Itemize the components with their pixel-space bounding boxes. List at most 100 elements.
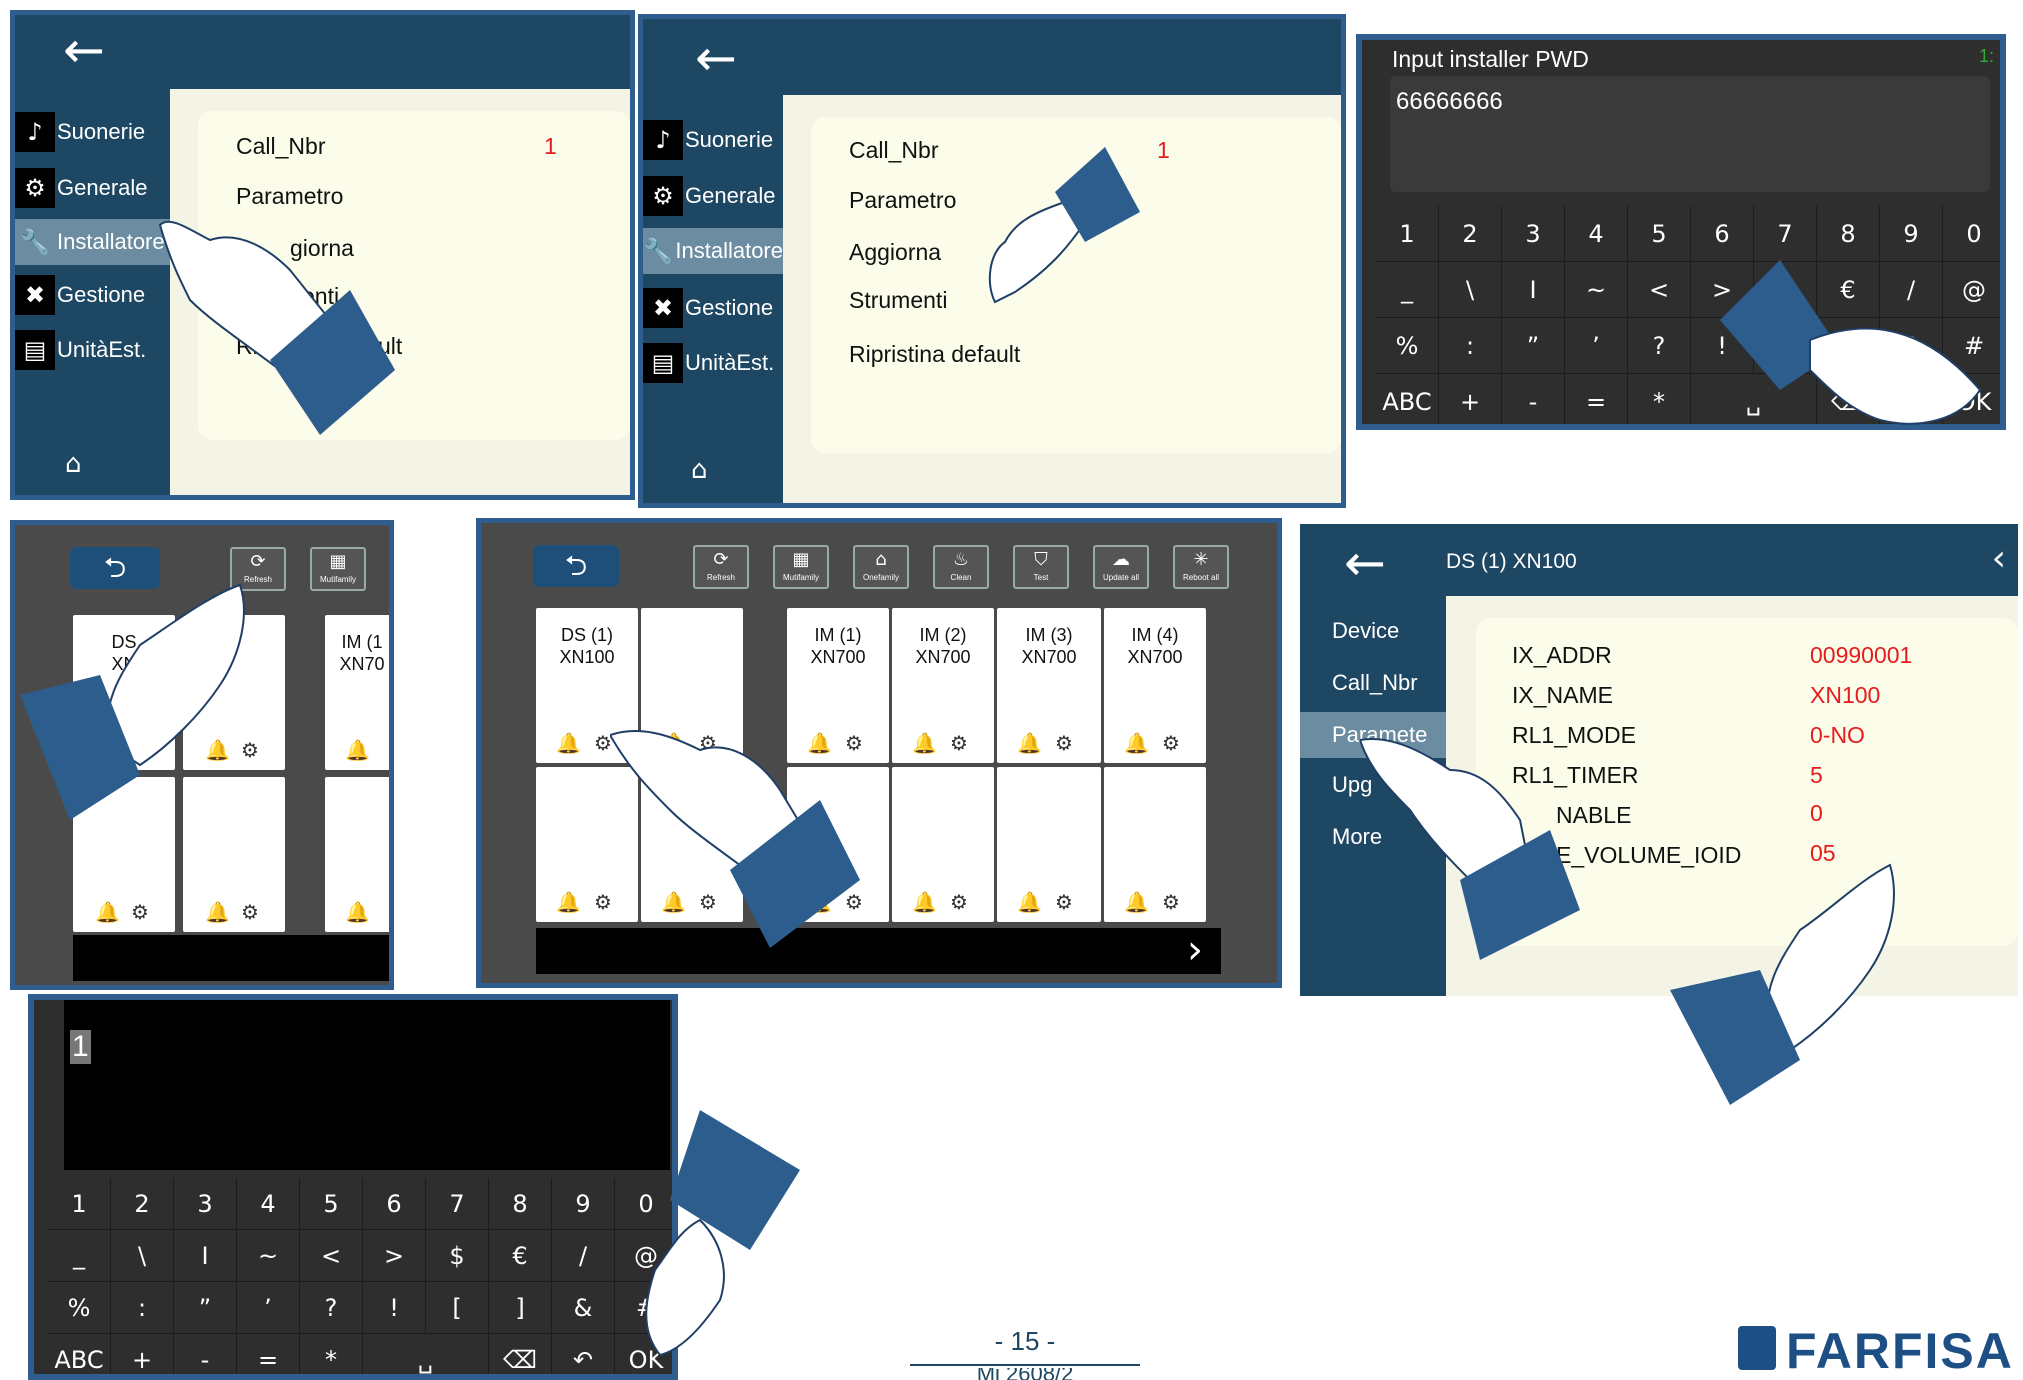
key-0-0[interactable]: 1 — [1376, 206, 1439, 262]
menu-strumenti[interactable]: Strumenti — [849, 287, 947, 314]
device-tile[interactable]: 🔔⚙ — [1104, 767, 1206, 922]
key-3-4[interactable]: * — [300, 1334, 363, 1374]
sidebar-item-suonerie[interactable]: ♪ Suonerie — [15, 109, 170, 155]
key-1-1[interactable]: \ — [111, 1230, 174, 1282]
menu-parametro[interactable]: Parametro — [236, 183, 343, 210]
key-2-3[interactable]: ’ — [237, 1282, 300, 1334]
key-2-6[interactable]: [ — [426, 1282, 489, 1334]
sidebar-item-gestione[interactable]: ✖ Gestione — [643, 285, 783, 331]
bell-icon[interactable]: 🔔 — [1017, 890, 1042, 914]
device-tile[interactable]: 🔔⚙ — [892, 767, 994, 922]
key-2-3[interactable]: ’ — [1565, 318, 1628, 374]
key-3-6[interactable]: ⌫ — [489, 1334, 552, 1374]
tab-call-nbr[interactable]: Call_Nbr — [1332, 670, 1418, 696]
key-2-2[interactable]: ” — [1502, 318, 1565, 374]
onefamily-button-partial[interactable]: Ol — [389, 547, 394, 591]
sidebar-item-installatore[interactable]: 🔧 Installatore — [15, 219, 170, 265]
clean-button[interactable]: ♨ Clean — [933, 545, 989, 589]
key-0-0[interactable]: 1 — [48, 1178, 111, 1230]
sidebar-item-generale[interactable]: ⚙ Generale — [15, 165, 170, 211]
key-0-5[interactable]: 6 — [1691, 206, 1754, 262]
key-3-2[interactable]: - — [1502, 374, 1565, 424]
key-0-1[interactable]: 2 — [1439, 206, 1502, 262]
key-3-3[interactable]: = — [1565, 374, 1628, 424]
settings-icon[interactable]: ⚙ — [241, 900, 259, 924]
key-0-9[interactable]: 0 — [1943, 206, 2000, 262]
password-input[interactable]: 66666666 — [1390, 76, 1990, 192]
key-1-4[interactable]: < — [300, 1230, 363, 1282]
settings-icon[interactable]: ⚙ — [950, 890, 968, 914]
settings-icon[interactable]: ⚙ — [1055, 890, 1073, 914]
back-arrow-icon[interactable]: ← — [1344, 538, 1386, 588]
bell-icon[interactable]: 🔔 — [345, 738, 370, 762]
bell-icon[interactable]: 🔔 — [205, 900, 230, 924]
bell-icon[interactable]: 🔔 — [1124, 890, 1149, 914]
sidebar-item-gestione[interactable]: ✖ Gestione — [15, 272, 170, 318]
menu-ripristina-default[interactable]: Ripristina default — [849, 341, 1020, 368]
key-0-1[interactable]: 2 — [111, 1178, 174, 1230]
key-1-1[interactable]: \ — [1439, 262, 1502, 318]
key-0-3[interactable]: 4 — [1565, 206, 1628, 262]
key-2-8[interactable]: & — [552, 1282, 615, 1334]
key-1-5[interactable]: > — [363, 1230, 426, 1282]
key-0-3[interactable]: 4 — [237, 1178, 300, 1230]
home-icon[interactable]: ⌂ — [691, 455, 708, 485]
reboot-all-button[interactable]: ✳ Reboot all — [1173, 545, 1229, 589]
key-2-4[interactable]: ? — [300, 1282, 363, 1334]
key-0-8[interactable]: 9 — [552, 1178, 615, 1230]
sidebar-item-generale[interactable]: ⚙ Generale — [643, 173, 783, 219]
key-0-2[interactable]: 3 — [1502, 206, 1565, 262]
sidebar-item-unitaest[interactable]: ▤ UnitàEst. — [643, 340, 783, 386]
key-3-0[interactable]: ABC — [48, 1334, 111, 1374]
param-value[interactable]: 5 — [1810, 762, 1823, 789]
key-3-1[interactable]: + — [1439, 374, 1502, 424]
device-tile-im1[interactable]: IM (1 XN70 🔔 — [325, 615, 389, 770]
home-icon[interactable]: ⌂ — [65, 449, 82, 479]
key-0-8[interactable]: 9 — [1880, 206, 1943, 262]
menu-call-nbr[interactable]: Call_Nbr — [849, 137, 938, 164]
key-3-5[interactable]: ␣ — [363, 1334, 489, 1374]
key-0-5[interactable]: 6 — [363, 1178, 426, 1230]
key-0-2[interactable]: 3 — [174, 1178, 237, 1230]
bell-icon[interactable]: 🔔 — [345, 900, 370, 924]
key-2-2[interactable]: ” — [174, 1282, 237, 1334]
key-2-0[interactable]: % — [48, 1282, 111, 1334]
key-1-0[interactable]: _ — [1376, 262, 1439, 318]
menu-aggiorna[interactable]: Aggiorna — [849, 239, 941, 266]
device-tile-im3[interactable]: IM (3) XN700 🔔 ⚙ — [997, 608, 1101, 763]
settings-icon[interactable]: ⚙ — [950, 731, 968, 755]
bell-icon[interactable]: 🔔 — [912, 731, 937, 755]
tab-device[interactable]: Device — [1332, 618, 1399, 644]
refresh-button[interactable]: ⟳ Refresh — [693, 545, 749, 589]
key-1-3[interactable]: ~ — [1565, 262, 1628, 318]
back-arrow-icon[interactable]: ← — [63, 25, 105, 75]
key-0-4[interactable]: 5 — [1628, 206, 1691, 262]
menu-call-nbr[interactable]: Call_Nbr — [236, 133, 325, 160]
update-all-button[interactable]: ☁ Update all — [1093, 545, 1149, 589]
bell-icon[interactable]: 🔔 — [1017, 731, 1042, 755]
key-1-7[interactable]: € — [489, 1230, 552, 1282]
test-button[interactable]: ⛉ Test — [1013, 545, 1069, 589]
key-3-2[interactable]: - — [174, 1334, 237, 1374]
settings-icon[interactable]: ⚙ — [1055, 731, 1073, 755]
collapse-chevron-icon[interactable]: ‹ — [1992, 538, 2006, 579]
param-value[interactable]: XN100 — [1810, 682, 1880, 709]
bell-icon[interactable]: 🔔 — [912, 890, 937, 914]
key-3-3[interactable]: = — [237, 1334, 300, 1374]
bell-icon[interactable]: 🔔 — [556, 890, 581, 914]
device-tile-im4[interactable]: IM (4) XN700 🔔 ⚙ — [1104, 608, 1206, 763]
key-1-2[interactable]: I — [174, 1230, 237, 1282]
device-tile[interactable]: 🔔 — [325, 777, 389, 932]
mutifamily-button[interactable]: ▦ Mutifamily — [773, 545, 829, 589]
menu-parametro[interactable]: Parametro — [849, 187, 956, 214]
key-1-2[interactable]: I — [1502, 262, 1565, 318]
back-arrow-icon[interactable]: ← — [695, 33, 737, 83]
key-3-1[interactable]: + — [111, 1334, 174, 1374]
key-0-7[interactable]: 8 — [1817, 206, 1880, 262]
key-0-7[interactable]: 8 — [489, 1178, 552, 1230]
key-0-6[interactable]: 7 — [1754, 206, 1817, 262]
sidebar-item-unitaest[interactable]: ▤ UnitàEst. — [15, 327, 170, 373]
param-value[interactable]: 0 — [1810, 800, 1823, 827]
value-input[interactable]: 1 — [64, 1000, 670, 1170]
param-value[interactable]: 0-NO — [1810, 722, 1865, 749]
